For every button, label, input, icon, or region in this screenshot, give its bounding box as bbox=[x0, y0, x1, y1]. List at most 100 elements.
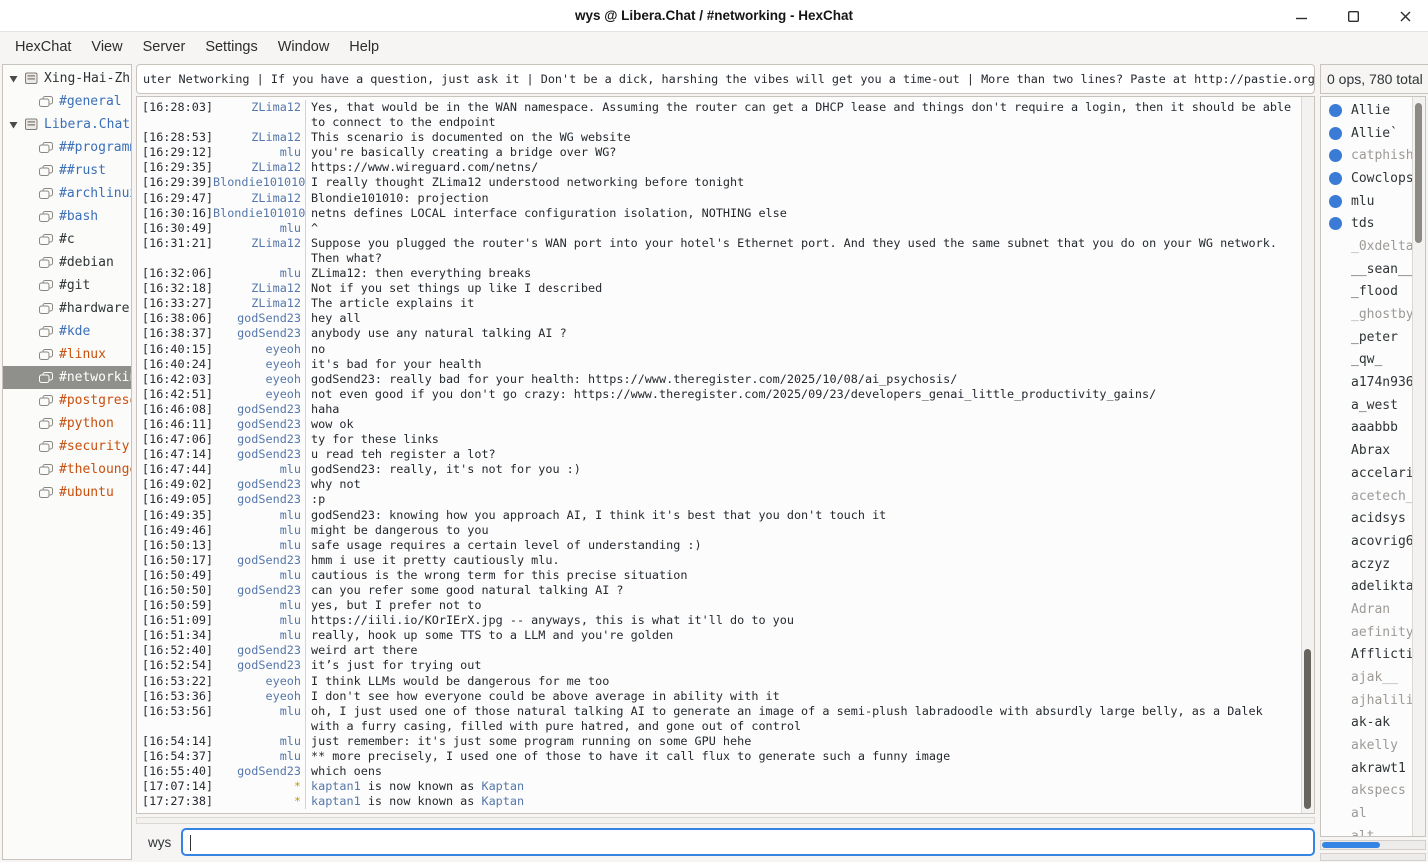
tree-channel-security[interactable]: #security bbox=[3, 435, 131, 458]
tree-channel-debian[interactable]: #debian bbox=[3, 251, 131, 274]
user-nick: aefinity bbox=[1351, 625, 1414, 640]
user-list-item[interactable]: alt bbox=[1321, 825, 1425, 837]
user-list-item[interactable]: adeliktas bbox=[1321, 575, 1425, 598]
user-list-item[interactable]: acidsys bbox=[1321, 507, 1425, 530]
user-list-item[interactable]: _0xdelta bbox=[1321, 235, 1425, 258]
user-list-item[interactable]: Adran bbox=[1321, 598, 1425, 621]
user-list-item[interactable]: Abrax bbox=[1321, 439, 1425, 462]
user-list-item[interactable]: ajak__ bbox=[1321, 666, 1425, 689]
tree-channel-ubuntu[interactable]: #ubuntu bbox=[3, 481, 131, 504]
expander-icon[interactable] bbox=[8, 73, 19, 84]
user-list-item[interactable]: aefinity bbox=[1321, 621, 1425, 644]
user-list-item[interactable]: _flood bbox=[1321, 281, 1425, 304]
user-list-item[interactable]: aaabbb bbox=[1321, 417, 1425, 440]
tree-server-Xing-Hai-Zhan[interactable]: Xing-Hai-Zhan bbox=[3, 67, 131, 90]
tree-server-Libera.Chat[interactable]: Libera.Chat bbox=[3, 113, 131, 136]
expander-icon[interactable] bbox=[8, 119, 19, 130]
user-nick: _ghostbyt bbox=[1351, 307, 1421, 322]
tree-channel-thelounge[interactable]: #thelounge bbox=[3, 458, 131, 481]
menu-item-server[interactable]: Server bbox=[133, 35, 196, 59]
tree-label: Libera.Chat bbox=[44, 117, 130, 132]
maximize-icon bbox=[1346, 9, 1361, 24]
nickname: ZLima12 bbox=[213, 191, 305, 206]
chat-scrollbar[interactable] bbox=[1301, 97, 1314, 813]
user-list-item[interactable]: Allie bbox=[1321, 99, 1425, 122]
chat-scrollbar-thumb[interactable] bbox=[1304, 649, 1311, 809]
user-list-item[interactable]: al bbox=[1321, 802, 1425, 825]
user-list-item[interactable]: Cowclops` bbox=[1321, 167, 1425, 190]
message-input[interactable] bbox=[181, 828, 1315, 856]
timestamp: [16:53:56] bbox=[137, 704, 213, 734]
user-list-item[interactable]: _ghostbyt bbox=[1321, 303, 1425, 326]
timestamp: [16:38:37] bbox=[137, 326, 213, 341]
chat-line: [16:49:02]godSend23why not bbox=[137, 477, 1301, 492]
tree-channel-archlinux[interactable]: #archlinux bbox=[3, 182, 131, 205]
tree-channel-git[interactable]: #git bbox=[3, 274, 131, 297]
user-list-item[interactable]: catphish bbox=[1321, 144, 1425, 167]
userlist-scrollbar-thumb[interactable] bbox=[1415, 103, 1422, 243]
minimize-button[interactable] bbox=[1292, 7, 1310, 25]
user-list-item[interactable]: akspecs bbox=[1321, 780, 1425, 803]
tree-channel-rust[interactable]: ##rust bbox=[3, 159, 131, 182]
user-list-item[interactable]: Afflictio bbox=[1321, 644, 1425, 667]
bottom-scrollbar-track[interactable] bbox=[1320, 853, 1426, 861]
user-nick: al bbox=[1351, 806, 1367, 821]
userlist-horizontal-scrollbar-thumb[interactable] bbox=[1322, 842, 1380, 848]
chat-horizontal-scrollbar[interactable] bbox=[136, 817, 1315, 824]
timestamp: [16:33:27] bbox=[137, 296, 213, 311]
channel-icon bbox=[38, 348, 54, 362]
chat-line: [16:49:05]godSend23:p bbox=[137, 492, 1301, 507]
menu-item-settings[interactable]: Settings bbox=[195, 35, 267, 59]
chat-line: [16:52:40]godSend23weird art there bbox=[137, 643, 1301, 658]
user-nick: accelario bbox=[1351, 466, 1421, 481]
user-list-item[interactable]: a174n936 bbox=[1321, 371, 1425, 394]
user-list-item[interactable]: Allie` bbox=[1321, 122, 1425, 145]
close-button[interactable] bbox=[1396, 7, 1414, 25]
menu-item-help[interactable]: Help bbox=[339, 35, 389, 59]
user-list-item[interactable]: a_west bbox=[1321, 394, 1425, 417]
tree-channel-programming[interactable]: ##programming bbox=[3, 136, 131, 159]
own-nick-label[interactable]: wys bbox=[136, 835, 181, 850]
user-list-item[interactable]: acovrig60 bbox=[1321, 530, 1425, 553]
user-list-item[interactable]: _peter bbox=[1321, 326, 1425, 349]
timestamp: [16:31:21] bbox=[137, 236, 213, 266]
user-list-item[interactable]: ajhalili2 bbox=[1321, 689, 1425, 712]
userlist-horizontal-scrollbar[interactable] bbox=[1320, 840, 1426, 850]
userlist-scrollbar[interactable] bbox=[1412, 97, 1425, 836]
menu-item-view[interactable]: View bbox=[81, 35, 132, 59]
user-list-item[interactable]: mlu bbox=[1321, 190, 1425, 213]
user-list-item[interactable]: akrawt1 bbox=[1321, 757, 1425, 780]
tree-channel-bash[interactable]: #bash bbox=[3, 205, 131, 228]
window-title: wys @ Libera.Chat / #networking - HexCha… bbox=[575, 8, 853, 23]
maximize-button[interactable] bbox=[1344, 7, 1362, 25]
topic-entry[interactable]: uter Networking | If you have a question… bbox=[136, 64, 1315, 94]
user-list-item[interactable]: tds bbox=[1321, 212, 1425, 235]
no-dot-spacer bbox=[1329, 626, 1342, 639]
menu-item-window[interactable]: Window bbox=[268, 35, 340, 59]
user-list-item[interactable]: ak-ak bbox=[1321, 712, 1425, 735]
message: cautious is the wrong term for this prec… bbox=[305, 568, 1301, 583]
message: can you refer some good natural talking … bbox=[305, 583, 1301, 598]
tree-channel-networking[interactable]: #networking bbox=[3, 366, 131, 389]
message-nick: Kaptan bbox=[481, 794, 524, 808]
tree-channel-linux[interactable]: #linux bbox=[3, 343, 131, 366]
message-nick: Kaptan bbox=[481, 779, 524, 793]
user-list-item[interactable]: acetech_ bbox=[1321, 485, 1425, 508]
user-list-item[interactable]: __sean__ bbox=[1321, 258, 1425, 281]
nickname: godSend23 bbox=[213, 432, 305, 447]
user-nick: _flood bbox=[1351, 284, 1398, 299]
tree-channel-kde[interactable]: #kde bbox=[3, 320, 131, 343]
tree-label: #bash bbox=[59, 209, 98, 224]
user-list-item[interactable]: _qw_ bbox=[1321, 349, 1425, 372]
user-list-item[interactable]: accelario bbox=[1321, 462, 1425, 485]
tree-channel-c[interactable]: #c bbox=[3, 228, 131, 251]
nickname: eyeoh bbox=[213, 342, 305, 357]
tree-channel-hardware[interactable]: #hardware bbox=[3, 297, 131, 320]
tree-channel-postgresql[interactable]: #postgresql bbox=[3, 389, 131, 412]
tree-channel-general[interactable]: #general bbox=[3, 90, 131, 113]
menu-item-hexchat[interactable]: HexChat bbox=[5, 35, 81, 59]
user-list-item[interactable]: aczyz bbox=[1321, 553, 1425, 576]
channel-icon bbox=[38, 325, 54, 339]
tree-channel-python[interactable]: #python bbox=[3, 412, 131, 435]
user-list-item[interactable]: akelly bbox=[1321, 734, 1425, 757]
